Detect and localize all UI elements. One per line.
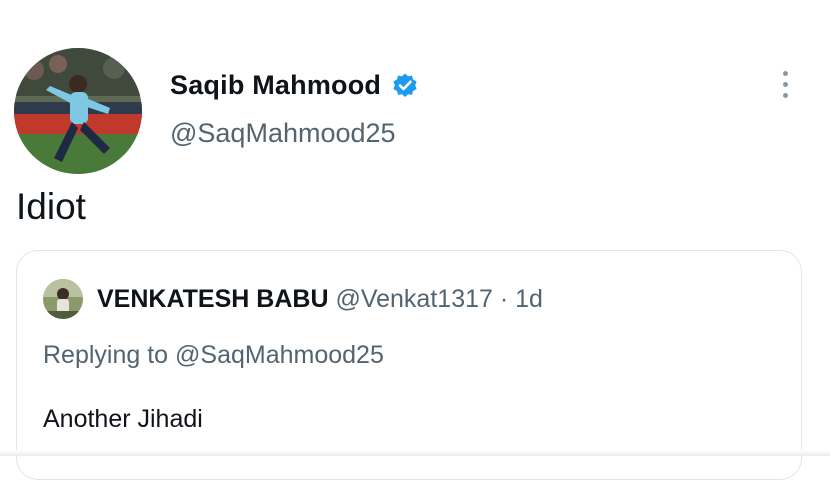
author-handle[interactable]: @SaqMahmood25 bbox=[170, 118, 396, 149]
user-photo-avatar bbox=[43, 279, 83, 319]
quoted-tweet-text: Another Jihadi bbox=[43, 405, 203, 433]
quoted-tweet[interactable]: VENKATESH BABU @Venkat1317 · 1d Replying… bbox=[16, 250, 802, 480]
quoted-header: VENKATESH BABU @Venkat1317 · 1d bbox=[97, 285, 543, 314]
tweet-text: Idiot bbox=[16, 186, 86, 227]
quoted-display-name[interactable]: VENKATESH BABU bbox=[97, 285, 329, 313]
more-vertical-icon-dot bbox=[782, 92, 788, 98]
author-name-row: Saqib Mahmood bbox=[170, 70, 419, 101]
author-avatar[interactable] bbox=[14, 48, 142, 174]
more-vertical-icon bbox=[782, 70, 788, 76]
cricketer-photo-avatar bbox=[14, 48, 142, 174]
header-separator: · bbox=[499, 285, 509, 313]
bottom-divider bbox=[0, 450, 830, 456]
quoted-handle[interactable]: @Venkat1317 bbox=[335, 285, 492, 313]
verified-badge-icon bbox=[391, 72, 419, 100]
quoted-timestamp[interactable]: 1d bbox=[515, 285, 543, 313]
author-display-name[interactable]: Saqib Mahmood bbox=[170, 70, 381, 101]
more-vertical-icon-dot bbox=[782, 81, 788, 87]
more-options-button[interactable] bbox=[770, 64, 800, 104]
quoted-author-avatar[interactable] bbox=[43, 279, 83, 319]
replying-to-text: Replying to @SaqMahmood25 bbox=[43, 341, 384, 369]
